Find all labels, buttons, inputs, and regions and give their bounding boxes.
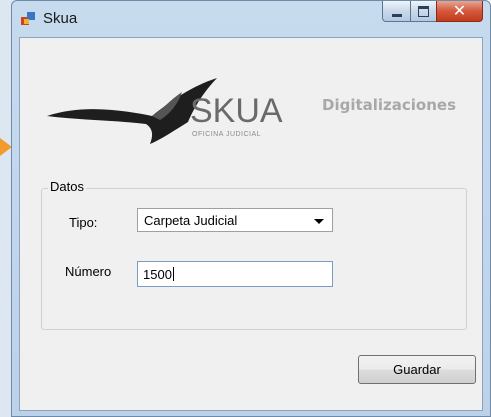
app-icon xyxy=(21,12,35,25)
numero-label: Número xyxy=(65,264,112,279)
skua-logo: SKUA OFICINA JUDICIAL xyxy=(47,78,283,144)
maximize-icon xyxy=(418,5,429,17)
tipo-select-value: Carpeta Judicial xyxy=(144,213,238,228)
logo-brand-text: SKUA xyxy=(190,92,283,130)
chevron-down-icon[interactable] xyxy=(314,219,324,224)
maximize-button[interactable] xyxy=(410,1,437,22)
main-window: Skua ✕ SKUA OFICINA JUDICIAL Digitalizac… xyxy=(11,0,491,417)
groupbox-legend: Datos xyxy=(48,179,86,194)
window-title: Skua xyxy=(43,10,78,27)
minimize-icon xyxy=(391,13,402,17)
header-title: Digitalizaciones xyxy=(322,96,457,114)
tipo-select[interactable]: Carpeta Judicial xyxy=(137,208,333,232)
numero-input-value: 1500 xyxy=(143,267,174,282)
minimize-button[interactable] xyxy=(382,1,411,22)
logo-subtitle-text: OFICINA JUDICIAL xyxy=(192,131,261,138)
numero-input[interactable]: 1500 xyxy=(137,261,333,287)
save-button[interactable]: Guardar xyxy=(358,355,476,384)
close-button[interactable]: ✕ xyxy=(436,1,483,22)
form-client-area: SKUA OFICINA JUDICIAL Digitalizaciones D… xyxy=(19,37,483,411)
title-bar[interactable]: Skua ✕ xyxy=(12,1,490,37)
text-caret xyxy=(172,267,174,281)
tipo-label: Tipo: xyxy=(69,215,98,230)
close-icon: ✕ xyxy=(452,1,467,20)
